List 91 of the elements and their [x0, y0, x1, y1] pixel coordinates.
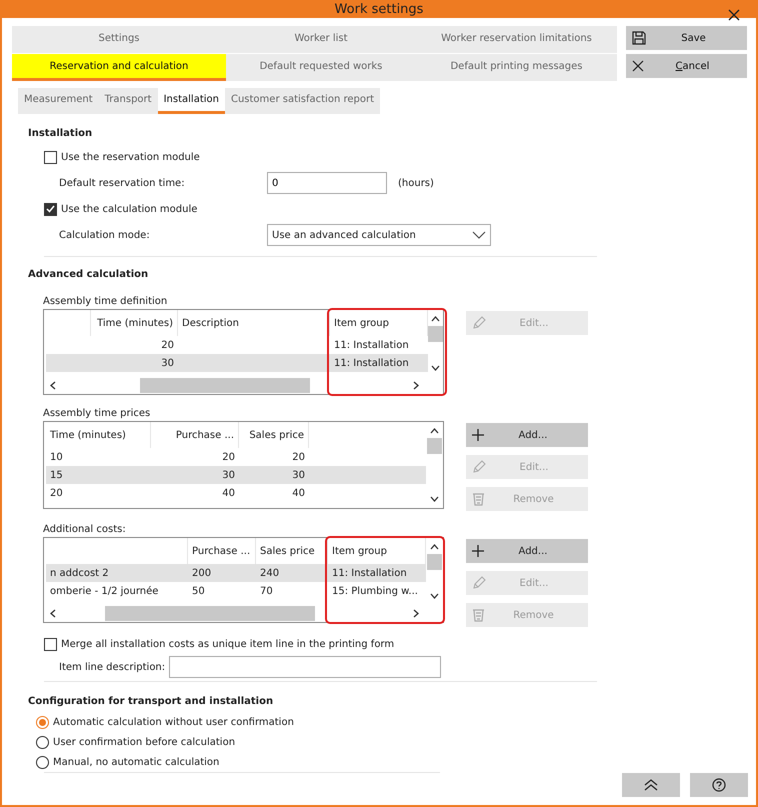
scroll-right-icon[interactable] — [413, 609, 419, 618]
chevrons-up-icon — [644, 779, 658, 791]
scroll-up-icon[interactable] — [430, 544, 439, 550]
table-cell-text: 11: Installation — [333, 338, 410, 352]
table-title: Assembly time prices — [43, 406, 152, 420]
scrollbar-thumb[interactable] — [427, 438, 442, 454]
scrollbar-thumb[interactable] — [140, 378, 310, 393]
field-label: Calculation mode: — [59, 230, 151, 240]
checkbox-label[interactable]: Use the calculation module — [61, 204, 198, 214]
scroll-down-icon[interactable] — [430, 496, 439, 502]
help-button[interactable] — [690, 773, 748, 797]
table-cell-text: 20 — [49, 486, 64, 500]
table-cell-text: 11: Installation — [331, 566, 408, 580]
scroll-down-icon[interactable] — [430, 593, 439, 599]
scroll-down-icon[interactable] — [431, 365, 440, 371]
scrollbar-thumb[interactable] — [105, 606, 315, 621]
radio-button[interactable] — [36, 736, 49, 748]
table-cell-text: 50 — [191, 584, 206, 598]
pencil-icon — [472, 316, 486, 330]
checkbox-label[interactable]: Use the reservation module — [61, 152, 200, 162]
close-icon — [632, 60, 644, 72]
collapse-button[interactable] — [622, 773, 680, 797]
table-cell-text: 30 — [160, 356, 175, 370]
save-button[interactable]: Save — [626, 26, 747, 50]
table-cell-text: 20 — [160, 338, 175, 352]
table-row[interactable]: n addcost 2 200 240 11: Installation — [46, 564, 426, 582]
checkbox-label[interactable]: Merge all installation costs as unique item line in the printing form — [61, 638, 394, 650]
scroll-left-icon[interactable] — [50, 381, 56, 390]
table-cell-text: 10 — [49, 450, 64, 464]
add-button[interactable]: Add... — [466, 539, 588, 563]
scrollbar-thumb[interactable] — [427, 554, 442, 570]
section-heading: Installation — [28, 128, 94, 141]
scrollbar-thumb[interactable] — [428, 326, 443, 342]
radio-label[interactable]: Automatic calculation without user confirmation — [53, 716, 294, 728]
cancel-button[interactable]: Cancel — [626, 54, 747, 78]
chevron-down-icon — [472, 231, 486, 239]
table-cell-text: 30 — [221, 468, 236, 482]
table-cell-text: n addcost 2 — [49, 566, 110, 580]
tab[interactable]: Transport — [98, 88, 158, 114]
table-cell-text: 40 — [291, 486, 306, 500]
table-cell-text: 15: Plumbing w... — [331, 584, 419, 598]
scroll-up-icon[interactable] — [430, 428, 439, 434]
section-heading: Configuration for transport and installation — [28, 696, 274, 709]
input-field[interactable] — [169, 656, 442, 678]
table-cell-text: 200 — [191, 566, 212, 580]
plus-icon — [472, 545, 484, 557]
radio-label[interactable]: User confirmation before calculation — [53, 736, 236, 748]
section-heading: Advanced calculation — [28, 269, 150, 282]
tab[interactable]: Settings — [12, 26, 226, 53]
table-cell-text: 15 — [49, 468, 64, 482]
pencil-icon — [472, 576, 486, 590]
tab[interactable]: Customer satisfaction report — [224, 88, 380, 114]
checkbox[interactable] — [44, 638, 57, 650]
table-title: Additional costs: — [43, 522, 127, 536]
tab[interactable]: Measurement — [18, 88, 99, 114]
tab[interactable]: Worker list — [226, 26, 416, 53]
table-cell-text: 240 — [259, 566, 280, 580]
table-cell-text: omberie - 1/2 journée — [49, 584, 160, 598]
table-cell-text: 30 — [291, 468, 306, 482]
table-cell-text: 20 — [221, 450, 236, 464]
add-button[interactable]: Add... — [466, 423, 588, 447]
field-label: Item line description: — [59, 662, 166, 672]
unit-label: (hours) — [398, 178, 434, 188]
plus-icon — [472, 429, 484, 441]
dropdown[interactable]: Use an advanced calculation — [267, 224, 491, 246]
scroll-up-icon[interactable] — [431, 316, 440, 322]
window-title: Work settings — [334, 2, 424, 16]
table-cell-text: 70 — [259, 584, 274, 598]
tab[interactable]: Reservation and calculation — [12, 54, 226, 81]
field-label: Default reservation time: — [59, 178, 186, 188]
checkbox[interactable] — [44, 202, 57, 216]
input-field[interactable]: 0 — [267, 172, 387, 194]
table-row[interactable]: 30 11: Installation — [46, 354, 428, 372]
table-cell-text: 11: Installation — [333, 356, 410, 370]
tab[interactable]: Default requested works — [226, 54, 416, 81]
trash-icon — [472, 492, 485, 506]
help-icon — [712, 778, 726, 792]
radio-button[interactable] — [36, 716, 49, 728]
table-title: Assembly time definition — [43, 294, 168, 308]
radio-button[interactable] — [36, 756, 49, 768]
checkbox[interactable] — [44, 150, 57, 164]
scroll-right-icon[interactable] — [413, 381, 419, 390]
pencil-icon — [472, 460, 486, 474]
table-cell-text: 40 — [221, 486, 236, 500]
table-cell-text: 20 — [291, 450, 306, 464]
radio-label[interactable]: Manual, no automatic calculation — [53, 756, 220, 768]
scroll-left-icon[interactable] — [50, 609, 56, 618]
table-row[interactable]: 15 30 30 — [46, 466, 426, 484]
tab[interactable]: Worker reservation limitations — [416, 26, 617, 53]
tab[interactable]: Default printing messages — [416, 54, 617, 81]
trash-icon — [472, 608, 485, 622]
